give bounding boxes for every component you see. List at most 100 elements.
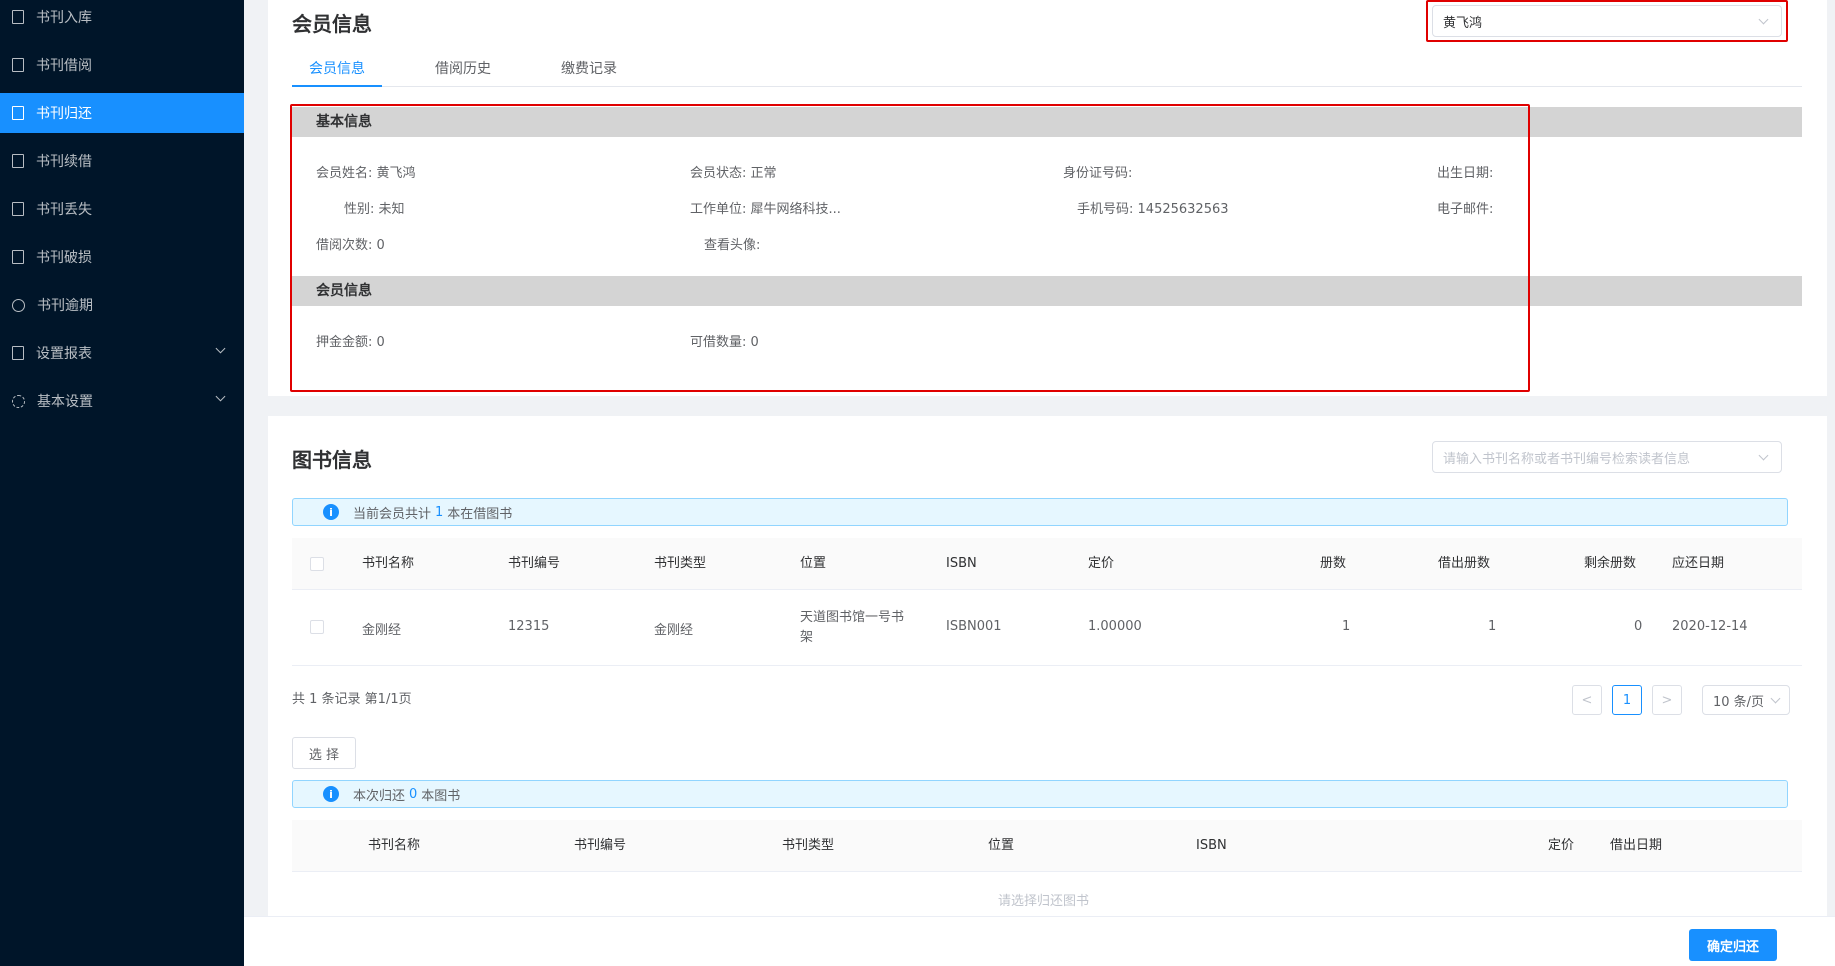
report-icon [12, 346, 24, 360]
main-content: 会员信息 黄飞鸿 会员信息 借阅历史 缴费记录 基本信息 会员姓名: 黄飞鸿 会… [244, 0, 1835, 966]
cell-book-type: 金刚经 [654, 623, 694, 638]
col-location: 位置 [800, 556, 827, 571]
col-return-isbn: ISBN [1196, 838, 1227, 853]
cell-copies: 1 [1342, 619, 1351, 634]
prev-page-button[interactable]: < [1572, 685, 1602, 715]
info-icon: i [323, 786, 339, 802]
col-lent: 借出册数 [1438, 556, 1491, 571]
sidebar-item-book-return[interactable]: 书刊归还 [0, 93, 244, 133]
sidebar-item-book-inbound[interactable]: 书刊入库 [0, 0, 244, 37]
member-card: 会员信息 黄飞鸿 会员信息 借阅历史 缴费记录 基本信息 会员姓名: 黄飞鸿 会… [268, 0, 1827, 396]
col-due-date: 应还日期 [1672, 556, 1725, 571]
sidebar-item-label: 书刊借阅 [36, 58, 92, 74]
book-icon [12, 250, 24, 264]
return-alert-prefix: 本次归还 [353, 788, 406, 804]
col-return-location: 位置 [988, 838, 1015, 853]
alert-count: 1 [435, 504, 444, 520]
borrowed-table-header: 书刊名称 书刊编号 书刊类型 位置 ISBN 定价 册数 借出册数 剩余册数 应… [292, 538, 1802, 590]
sidebar-item-label: 书刊破损 [36, 250, 92, 266]
sidebar-item-label: 书刊逾期 [37, 298, 93, 314]
cell-location-line2: 架 [800, 630, 814, 645]
col-copies: 册数 [1320, 556, 1347, 571]
return-alert-count: 0 [409, 786, 418, 802]
cell-lent: 1 [1488, 619, 1497, 634]
book-icon [12, 106, 24, 120]
col-isbn: ISBN [946, 556, 977, 571]
cell-location-line1: 天道图书馆一号书 [800, 610, 905, 625]
return-alert: i 本次归还 0 本图书 [292, 780, 1788, 808]
info-icon: i [323, 504, 339, 520]
col-return-borrow-date: 借出日期 [1610, 838, 1663, 853]
page-1-button[interactable]: 1 [1612, 685, 1642, 715]
cell-remaining: 0 [1634, 619, 1643, 634]
cell-isbn: ISBN001 [946, 619, 1002, 634]
books-title: 图书信息 [292, 448, 372, 472]
highlight-box-member-details [290, 104, 1530, 392]
sidebar-item-label: 书刊丢失 [36, 202, 92, 218]
return-table-header: 书刊名称 书刊编号 书刊类型 位置 ISBN 定价 借出日期 [292, 820, 1802, 872]
cell-location: 天道图书馆一号书 架 [800, 608, 904, 648]
sidebar-item-book-renew[interactable]: 书刊续借 [0, 141, 244, 181]
book-icon [12, 202, 24, 216]
highlight-box-member-select [1426, 0, 1788, 42]
sidebar-item-basic-settings[interactable]: 基本设置 [0, 381, 244, 421]
select-all-checkbox[interactable] [310, 557, 324, 571]
col-return-book-name: 书刊名称 [368, 838, 421, 853]
col-return-book-code: 书刊编号 [574, 838, 627, 853]
sidebar-item-book-overdue[interactable]: 书刊逾期 [0, 285, 244, 325]
books-card: 图书信息 请输入书刊名称或者书刊编号检索读者信息 i 当前会员共计 1 本在借图… [268, 416, 1827, 916]
footer-bar: 确定归还 [244, 916, 1835, 966]
col-return-price: 定价 [1548, 838, 1575, 853]
book-search-select[interactable]: 请输入书刊名称或者书刊编号检索读者信息 [1432, 441, 1782, 473]
return-alert-suffix: 本图书 [421, 788, 461, 804]
cell-due-date: 2020-12-14 [1672, 619, 1748, 634]
alert-text-prefix: 当前会员共计 [353, 506, 432, 522]
page-size-select[interactable]: 10 条/页 [1702, 685, 1790, 715]
borrowed-alert: i 当前会员共计 1 本在借图书 [292, 498, 1788, 526]
sidebar-item-book-borrow[interactable]: 书刊借阅 [0, 45, 244, 85]
sidebar-item-book-lost[interactable]: 书刊丢失 [0, 189, 244, 229]
cell-book-code: 12315 [508, 619, 550, 634]
chevron-down-icon [1770, 693, 1781, 704]
return-empty-text: 请选择归还图书 [998, 894, 1090, 909]
sidebar: 书刊入库 书刊借阅 书刊归还 书刊续借 书刊丢失 书刊破损 书刊逾期 设置报表 … [0, 0, 244, 966]
tab-payment-records[interactable]: 缴费记录 [544, 50, 634, 87]
member-title: 会员信息 [292, 12, 372, 36]
col-return-book-type: 书刊类型 [782, 838, 835, 853]
sidebar-item-report-settings[interactable]: 设置报表 [0, 333, 244, 373]
pagination-summary: 共 1 条记录 第1/1页 [292, 692, 412, 707]
chevron-down-icon [215, 343, 226, 354]
select-button[interactable]: 选 择 [292, 737, 356, 769]
cell-price: 1.00000 [1088, 619, 1142, 634]
sidebar-item-label: 基本设置 [37, 394, 93, 410]
table-row[interactable]: 金刚经 12315 金刚经 天道图书馆一号书 架 ISBN001 1.00000… [292, 590, 1802, 666]
scrollbar[interactable] [1827, 0, 1835, 916]
member-tabs: 会员信息 借阅历史 缴费记录 [292, 50, 1802, 87]
next-page-button[interactable]: > [1652, 685, 1682, 715]
chevron-down-icon [215, 391, 226, 402]
col-book-name: 书刊名称 [362, 556, 415, 571]
alert-text-suffix: 本在借图书 [447, 506, 513, 522]
book-icon [12, 154, 24, 168]
col-remaining: 剩余册数 [1584, 556, 1637, 571]
chevron-down-icon [1758, 450, 1769, 461]
sidebar-item-label: 书刊入库 [36, 10, 92, 26]
gear-icon [12, 394, 25, 408]
page-size-value: 10 条/页 [1713, 694, 1765, 710]
tab-borrow-history[interactable]: 借阅历史 [418, 50, 508, 87]
inbox-icon [12, 10, 24, 24]
book-icon [12, 58, 24, 72]
sidebar-item-label: 书刊归还 [36, 106, 92, 122]
col-book-type: 书刊类型 [654, 556, 707, 571]
tab-member-info[interactable]: 会员信息 [292, 50, 382, 87]
col-book-code: 书刊编号 [508, 556, 561, 571]
sidebar-item-label: 书刊续借 [36, 154, 92, 170]
confirm-return-button[interactable]: 确定归还 [1689, 929, 1777, 961]
sidebar-item-book-damaged[interactable]: 书刊破损 [0, 237, 244, 277]
col-price: 定价 [1088, 556, 1115, 571]
row-checkbox[interactable] [310, 620, 324, 634]
clock-icon [12, 298, 25, 312]
book-search-placeholder: 请输入书刊名称或者书刊编号检索读者信息 [1443, 451, 1691, 467]
sidebar-item-label: 设置报表 [36, 346, 92, 362]
cell-book-name: 金刚经 [362, 623, 402, 638]
